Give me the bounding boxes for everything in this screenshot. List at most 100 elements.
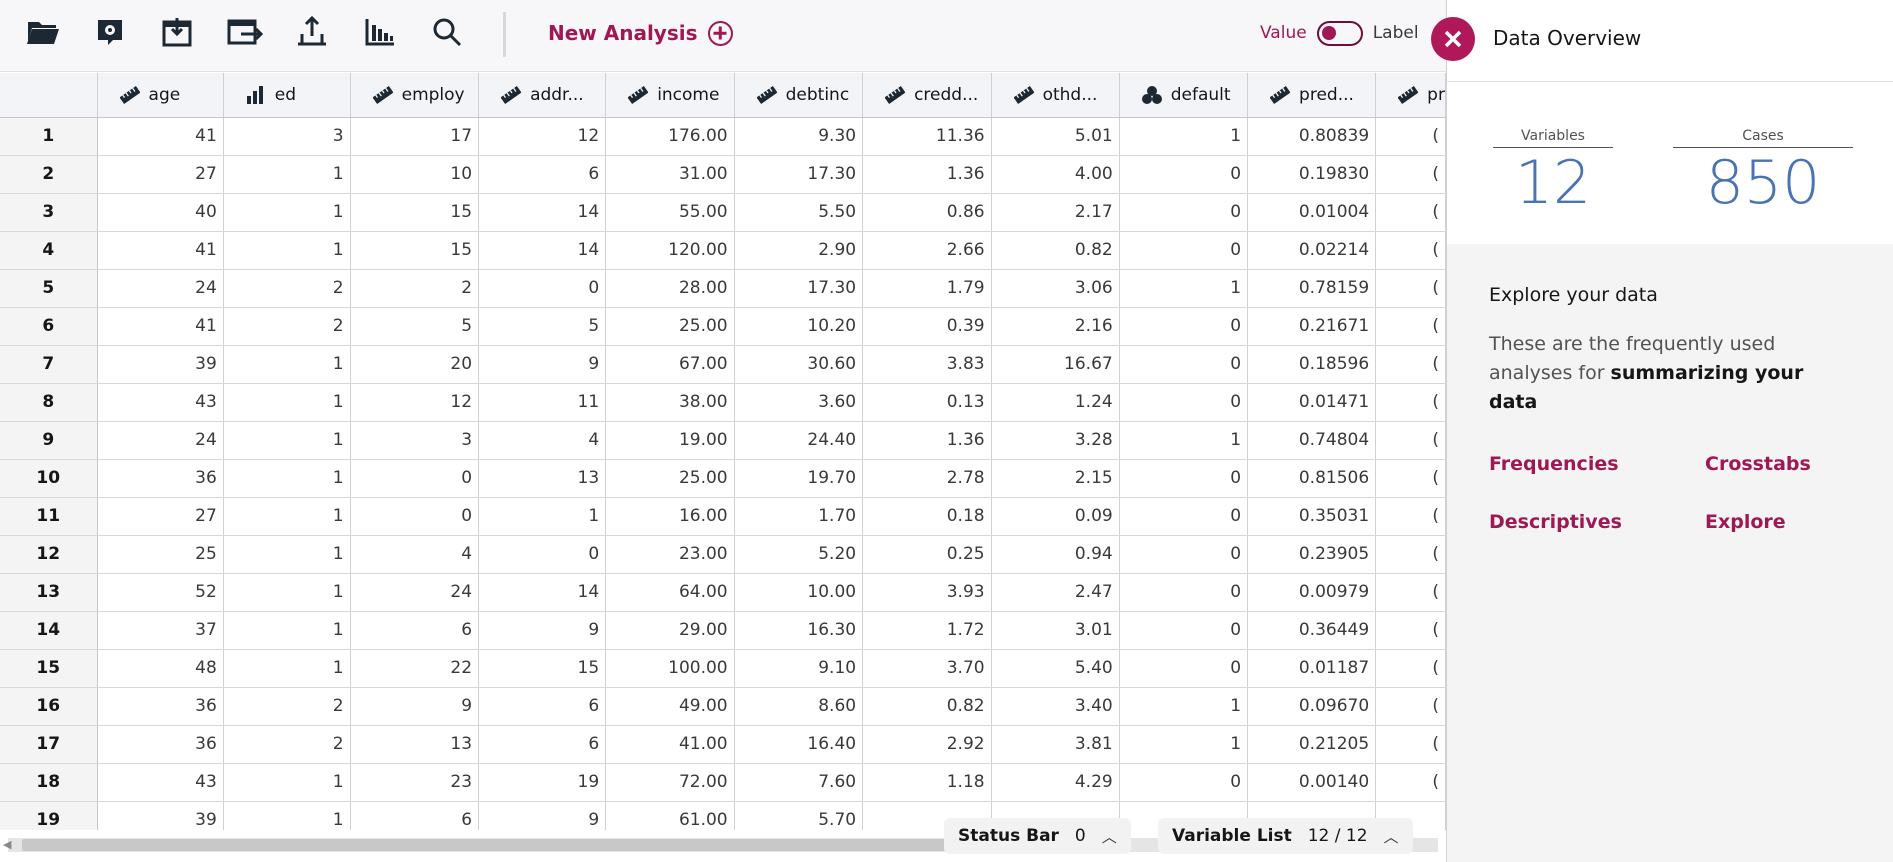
table-cell[interactable]: 0 — [1119, 307, 1249, 346]
table-cell[interactable]: 16.30 — [734, 611, 864, 650]
table-cell[interactable]: 1 — [223, 801, 351, 830]
table-cell[interactable]: ( — [1375, 573, 1446, 612]
table-cell[interactable]: ( — [1375, 155, 1446, 194]
table-cell[interactable]: 25.00 — [605, 459, 735, 498]
table-cell[interactable]: 0.82 — [862, 687, 992, 726]
table-cell[interactable]: 5.01 — [991, 117, 1120, 156]
row-number[interactable]: 18 — [0, 763, 98, 802]
variable-list-tab[interactable]: Variable List 12 / 12 ︿ — [1158, 818, 1413, 854]
table-cell[interactable]: 2.17 — [991, 193, 1120, 232]
table-cell[interactable]: 39 — [97, 801, 224, 830]
table-cell[interactable]: 1 — [223, 383, 351, 422]
table-cell[interactable]: 0 — [478, 269, 607, 308]
table-cell[interactable]: 1 — [478, 497, 607, 536]
row-number[interactable]: 2 — [0, 155, 98, 194]
table-cell[interactable]: 37 — [97, 611, 224, 650]
table-cell[interactable]: 5.50 — [734, 193, 864, 232]
table-cell[interactable]: 15 — [478, 649, 607, 688]
table-cell[interactable]: 0.01004 — [1247, 193, 1377, 232]
table-cell[interactable]: 1 — [223, 573, 351, 612]
table-cell[interactable]: 176.00 — [605, 117, 735, 156]
export-icon[interactable] — [226, 13, 264, 51]
table-cell[interactable]: 19.70 — [734, 459, 864, 498]
table-cell[interactable]: 1 — [1119, 269, 1249, 308]
table-cell[interactable]: 0 — [1119, 535, 1249, 574]
table-cell[interactable]: 0.02214 — [1247, 231, 1377, 270]
table-cell[interactable]: 9 — [478, 345, 607, 384]
share-icon[interactable] — [293, 13, 331, 51]
table-cell[interactable]: 0 — [1119, 763, 1249, 802]
table-cell[interactable]: 4 — [478, 421, 607, 460]
table-cell[interactable]: 1.18 — [862, 763, 992, 802]
column-header[interactable]: credd... — [862, 73, 992, 118]
table-cell[interactable]: 61.00 — [605, 801, 735, 830]
table-cell[interactable]: 0.78159 — [1247, 269, 1377, 308]
table-cell[interactable]: 9 — [478, 611, 607, 650]
table-cell[interactable]: 4.00 — [991, 155, 1120, 194]
column-header[interactable]: addr... — [478, 73, 607, 118]
row-number[interactable]: 14 — [0, 611, 98, 650]
table-cell[interactable]: 25.00 — [605, 307, 735, 346]
table-cell[interactable]: 15 — [350, 193, 480, 232]
table-cell[interactable]: 39 — [97, 345, 224, 384]
table-cell[interactable]: 2 — [223, 725, 351, 764]
table-cell[interactable]: 41 — [97, 117, 224, 156]
table-cell[interactable]: 0 — [1119, 497, 1249, 536]
table-cell[interactable]: 1 — [223, 421, 351, 460]
table-cell[interactable]: 120.00 — [605, 231, 735, 270]
table-cell[interactable]: ( — [1375, 535, 1446, 574]
table-cell[interactable]: 4.29 — [991, 763, 1120, 802]
table-cell[interactable]: 0.80839 — [1247, 117, 1377, 156]
table-cell[interactable]: 5 — [350, 307, 480, 346]
table-cell[interactable]: 11.36 — [862, 117, 992, 156]
table-cell[interactable]: 0 — [1119, 611, 1249, 650]
table-cell[interactable]: 2.16 — [991, 307, 1120, 346]
open-folder-icon[interactable] — [24, 13, 62, 51]
table-cell[interactable]: 0 — [1119, 383, 1249, 422]
table-cell[interactable]: 67.00 — [605, 345, 735, 384]
table-cell[interactable]: 6 — [350, 611, 480, 650]
table-cell[interactable]: 0.13 — [862, 383, 992, 422]
table-cell[interactable]: 0.01187 — [1247, 649, 1377, 688]
table-cell[interactable]: 36 — [97, 687, 224, 726]
table-cell[interactable]: 72.00 — [605, 763, 735, 802]
row-number[interactable]: 8 — [0, 383, 98, 422]
value-label-switch[interactable] — [1316, 20, 1363, 46]
table-cell[interactable]: 6 — [350, 801, 480, 830]
table-cell[interactable]: 1.72 — [862, 611, 992, 650]
table-cell[interactable]: 2.90 — [734, 231, 864, 270]
table-cell[interactable]: ( — [1375, 687, 1446, 726]
table-cell[interactable]: 3 — [223, 117, 351, 156]
table-cell[interactable]: 55.00 — [605, 193, 735, 232]
status-bar-tab[interactable]: Status Bar 0 ︿ — [944, 818, 1131, 854]
table-cell[interactable]: 1.79 — [862, 269, 992, 308]
table-cell[interactable]: 5.20 — [734, 535, 864, 574]
table-cell[interactable]: 36 — [97, 725, 224, 764]
table-cell[interactable]: 43 — [97, 763, 224, 802]
table-cell[interactable]: 36 — [97, 459, 224, 498]
column-header[interactable]: default — [1119, 73, 1249, 118]
row-number[interactable]: 16 — [0, 687, 98, 726]
table-cell[interactable]: 25 — [97, 535, 224, 574]
table-cell[interactable]: 6 — [478, 725, 607, 764]
explore-link[interactable]: Explore — [1705, 511, 1865, 533]
frequencies-link[interactable]: Frequencies — [1489, 453, 1705, 475]
table-cell[interactable]: 1 — [223, 649, 351, 688]
table-cell[interactable]: 0 — [1119, 155, 1249, 194]
table-cell[interactable]: 0.82 — [991, 231, 1120, 270]
table-cell[interactable]: 0.18596 — [1247, 345, 1377, 384]
chart-builder-icon[interactable] — [361, 13, 399, 51]
row-number[interactable]: 17 — [0, 725, 98, 764]
table-cell[interactable]: 16.67 — [991, 345, 1120, 384]
table-cell[interactable]: 0 — [1119, 459, 1249, 498]
table-cell[interactable]: 24 — [350, 573, 480, 612]
crosstabs-link[interactable]: Crosstabs — [1705, 453, 1865, 475]
table-cell[interactable]: 0.23905 — [1247, 535, 1377, 574]
table-cell[interactable]: 0.00140 — [1247, 763, 1377, 802]
table-cell[interactable]: 0 — [478, 535, 607, 574]
table-cell[interactable]: 16.40 — [734, 725, 864, 764]
table-cell[interactable]: 9 — [350, 687, 480, 726]
table-cell[interactable]: 5.40 — [991, 649, 1120, 688]
row-number[interactable]: 1 — [0, 117, 98, 156]
table-cell[interactable]: 1 — [1119, 421, 1249, 460]
